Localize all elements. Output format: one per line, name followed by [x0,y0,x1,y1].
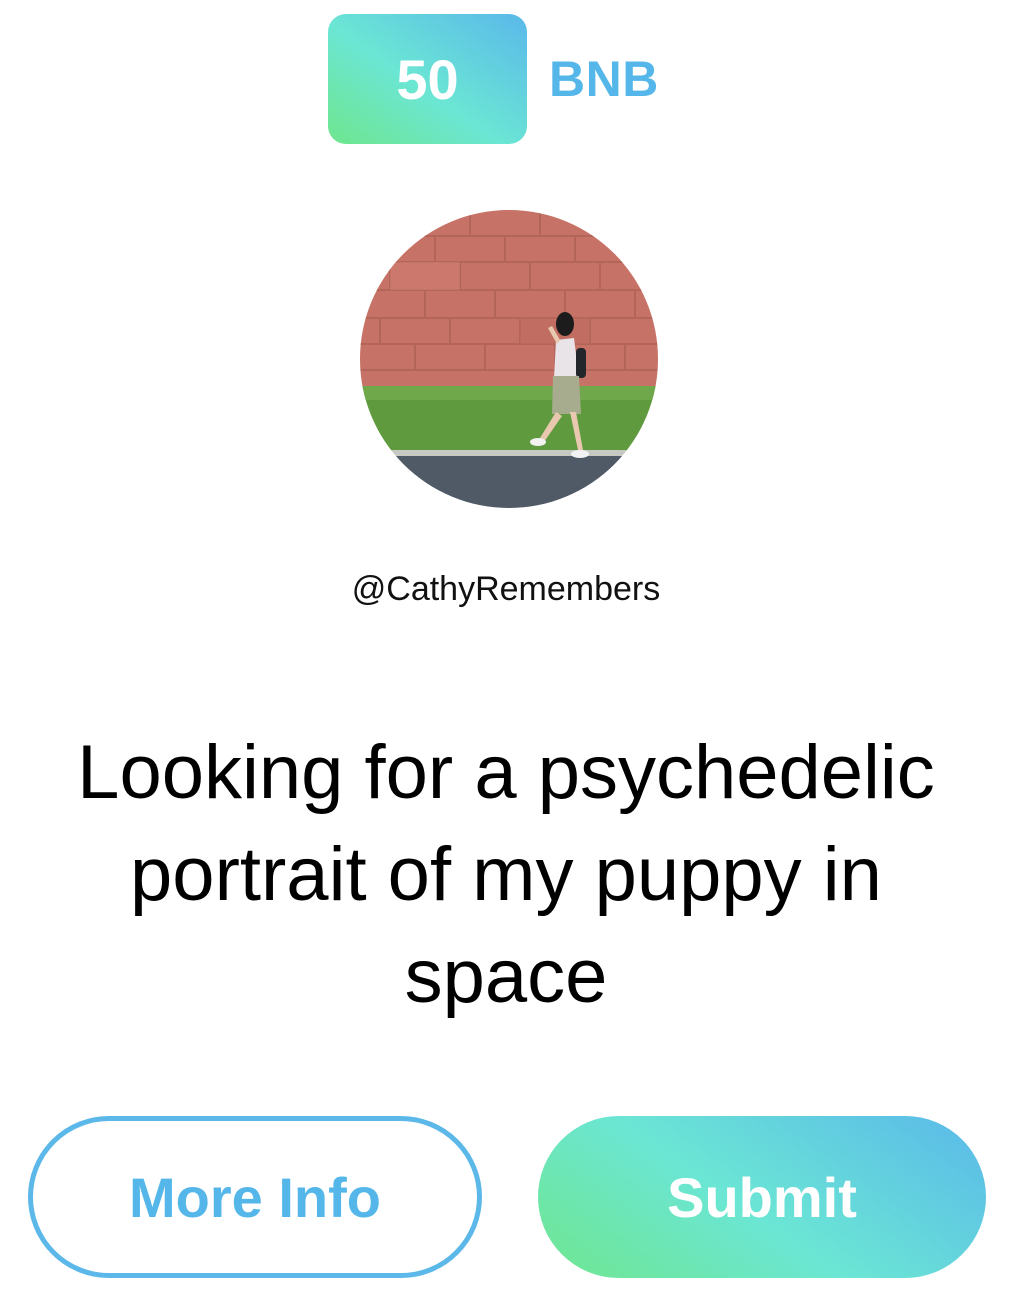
avatar-photo [360,210,658,508]
submit-button[interactable]: Submit [538,1116,986,1278]
avatar [360,210,658,508]
bounty-amount-badge: 50 [328,14,527,144]
bounty-currency: BNB [549,51,659,107]
submit-label: Submit [667,1165,857,1229]
username[interactable]: @CathyRemembers [0,570,1012,609]
bounty-amount-value: 50 [396,47,459,111]
more-info-label: More Info [129,1165,381,1229]
bounty-amount-row: 50 BNB [328,14,659,144]
more-info-button[interactable]: More Info [28,1116,482,1278]
request-title: Looking for a psychedelic portrait of my… [77,730,935,1019]
